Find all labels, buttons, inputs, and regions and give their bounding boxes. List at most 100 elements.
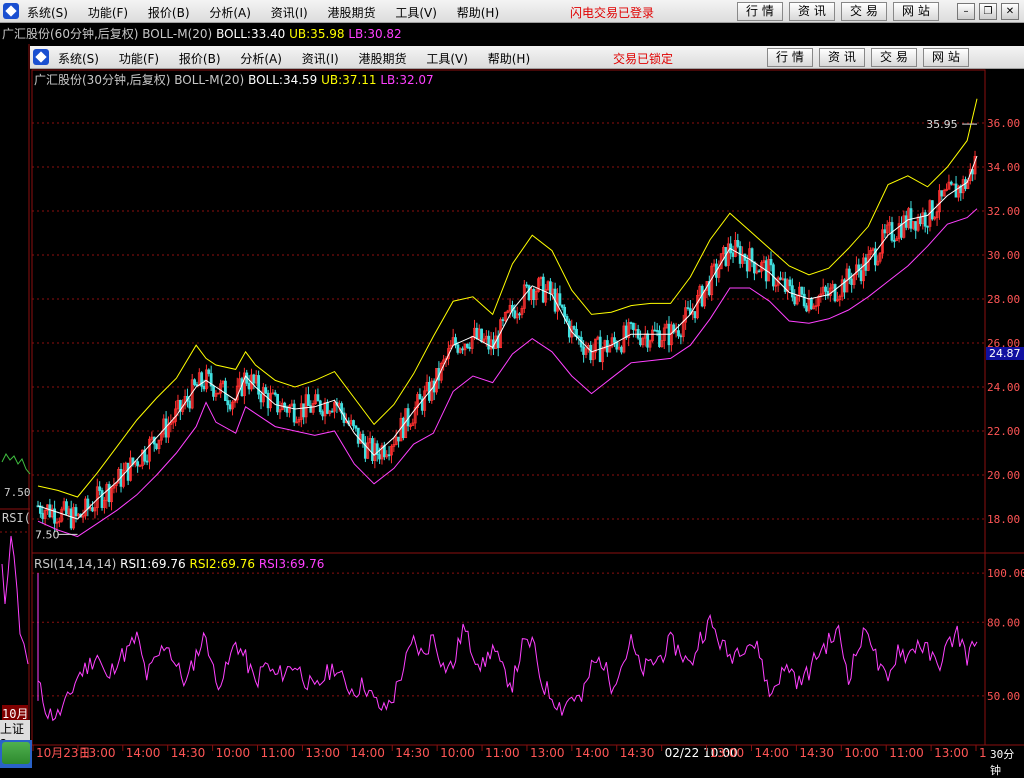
candle-body xyxy=(541,276,545,303)
boll-boll-line xyxy=(37,155,978,520)
candle-body xyxy=(809,297,813,310)
candle-body xyxy=(859,270,863,282)
candle-body xyxy=(316,394,320,402)
time-tick-label: 11:00 xyxy=(889,746,924,760)
candle-body xyxy=(624,325,628,338)
candle-body xyxy=(318,400,322,413)
candle-body xyxy=(273,392,277,395)
price-tick-label: 32.00 xyxy=(987,205,1020,218)
current-price-label: 24.87 xyxy=(986,347,1024,360)
candle-body xyxy=(525,284,529,287)
time-tick-label: 14:30 xyxy=(395,746,430,760)
candle-body xyxy=(615,341,619,350)
candle-body xyxy=(548,281,552,295)
candle-body xyxy=(527,285,531,301)
candle-body xyxy=(461,348,465,351)
time-tick-label: 14:30 xyxy=(799,746,834,760)
candle-body xyxy=(41,512,45,519)
candle-body xyxy=(302,403,306,418)
candle-body xyxy=(264,387,268,394)
candle-body xyxy=(572,326,576,330)
time-tick-label: 10:00 xyxy=(216,746,251,760)
candle-body xyxy=(926,225,929,228)
candle-body xyxy=(276,393,279,413)
candle-body xyxy=(558,293,562,306)
candle-body xyxy=(226,400,230,406)
candle-body xyxy=(465,343,469,348)
candle-body xyxy=(736,240,740,247)
candle-body xyxy=(745,259,749,272)
rsi-tick-label: 100.00 xyxy=(987,567,1024,580)
candle-body xyxy=(620,346,623,353)
price-tick-label: 30.00 xyxy=(987,249,1020,262)
candle-body xyxy=(788,279,792,287)
candle-body xyxy=(69,508,73,529)
candle-body xyxy=(501,319,505,322)
candle-body xyxy=(65,501,68,515)
candle-body xyxy=(850,278,854,285)
candle-body xyxy=(731,252,735,257)
candle-body xyxy=(257,375,261,395)
price-tick-label: 28.00 xyxy=(987,293,1020,306)
rsi-tick-label: 50.00 xyxy=(987,690,1020,703)
candle-body xyxy=(107,484,111,503)
candle-body xyxy=(658,330,661,348)
candle-body xyxy=(655,330,659,332)
candle-body xyxy=(679,335,683,338)
candle-body xyxy=(560,304,564,308)
candle-body xyxy=(513,310,517,319)
candle-body xyxy=(356,427,360,444)
candle-body xyxy=(188,400,192,409)
candle-body xyxy=(757,270,761,273)
candle-body xyxy=(155,443,159,450)
taskbar xyxy=(0,740,32,768)
time-tick-label: 14:00 xyxy=(350,746,385,760)
time-tick-label: 14:30 xyxy=(171,746,206,760)
candle-body xyxy=(401,417,405,439)
candle-body xyxy=(914,221,918,231)
candle-body xyxy=(565,316,569,322)
rsi-tick-label: 80.00 xyxy=(987,616,1020,629)
candle-body xyxy=(309,405,313,413)
candle-body xyxy=(136,461,140,467)
start-button[interactable] xyxy=(2,742,30,764)
candle-body xyxy=(397,436,400,442)
candle-body xyxy=(193,379,196,386)
candle-body xyxy=(802,293,806,307)
candle-body xyxy=(475,327,479,339)
candle-body xyxy=(266,392,270,409)
candle-body xyxy=(518,313,521,316)
candle-body xyxy=(805,305,808,312)
candle-body xyxy=(330,410,334,413)
candle-body xyxy=(98,486,102,491)
candle-body xyxy=(48,504,52,518)
candle-body xyxy=(639,337,642,346)
candle-body xyxy=(100,490,104,508)
candle-body xyxy=(646,333,650,348)
period-label[interactable]: 30分钟 xyxy=(990,746,1024,778)
high-marker-text: 35.95 xyxy=(926,118,958,131)
candle-body xyxy=(456,344,460,353)
candle-body xyxy=(202,385,206,390)
price-tick-label: 20.00 xyxy=(987,469,1020,482)
kline-chart[interactable]: 36.0034.0032.0030.0028.0026.0024.0022.00… xyxy=(0,0,1024,768)
candle-body xyxy=(952,183,956,186)
time-tick-label: 10:00 xyxy=(844,746,879,760)
candle-body xyxy=(833,284,837,302)
time-tick-label: 13:00 xyxy=(81,746,116,760)
time-tick-label: 13:00 xyxy=(710,746,745,760)
candle-body xyxy=(212,385,215,397)
candle-body xyxy=(686,307,690,310)
candle-body xyxy=(563,306,567,317)
candle-body xyxy=(487,335,491,350)
candle-body xyxy=(919,216,922,225)
time-tick-label: 13:00 xyxy=(305,746,340,760)
candle-body xyxy=(387,454,391,457)
candle-body xyxy=(582,346,586,355)
time-tick-label: 10:00 xyxy=(440,746,475,760)
candle-body xyxy=(418,394,422,400)
candle-body xyxy=(321,411,325,417)
candle-body xyxy=(632,322,635,331)
boll-lb-line xyxy=(37,208,978,538)
time-tick-label: 14:30 xyxy=(620,746,655,760)
